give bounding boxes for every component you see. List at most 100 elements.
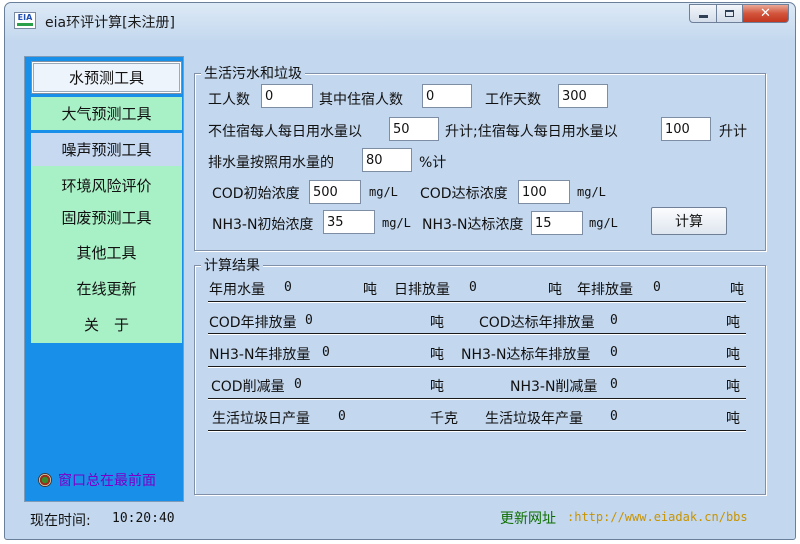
result-unit: 吨	[548, 282, 562, 298]
result-unit: 吨	[726, 315, 740, 331]
result-unit: 吨	[726, 411, 740, 427]
discharge-input[interactable]	[362, 148, 412, 172]
res-water-input[interactable]	[661, 117, 711, 141]
result-unit: 吨	[726, 379, 740, 395]
sidebar-item-air[interactable]: 大气预测工具	[31, 97, 182, 130]
results-group-title: 计算结果	[201, 255, 263, 275]
result-label: 年排放量	[577, 282, 633, 298]
workdays-label: 工作天数	[485, 92, 541, 108]
sidebar-item-noise[interactable]: 噪声预测工具	[31, 133, 182, 166]
close-button[interactable]: ✕	[743, 4, 789, 23]
res-water-label: 升计;住宿每人每日用水量以	[445, 124, 618, 140]
result-label: COD年排放量	[209, 315, 297, 331]
sidebar-item-label: 关 于	[83, 316, 129, 334]
update-url-link[interactable]: :http://www.eiadak.cn/bbs	[567, 510, 748, 524]
result-value: 0	[338, 409, 346, 424]
result-label: COD削减量	[211, 379, 285, 395]
nh3-std-unit: mg/L	[589, 216, 618, 230]
cod-init-unit: mg/L	[369, 185, 398, 199]
residents-input[interactable]	[422, 84, 472, 108]
sidebar-item-about[interactable]: 关 于	[31, 308, 182, 341]
title-bar[interactable]: EIA eia环评计算[未注册] ✕	[5, 3, 795, 39]
minimize-button[interactable]	[689, 4, 717, 23]
row-divider	[208, 398, 746, 400]
always-on-top-radio[interactable]	[38, 473, 52, 487]
result-unit: 吨	[730, 282, 744, 298]
main-panel: 生活污水和垃圾 工人数 其中住宿人数 工作天数 不住宿每人每日用水量以 升计;住…	[188, 56, 772, 502]
row-divider	[208, 430, 746, 432]
row-divider	[208, 301, 746, 303]
time-label: 现在时间:	[30, 513, 91, 529]
sidebar-item-solid-waste[interactable]: 固废预测工具	[31, 201, 182, 234]
sidebar-item-other[interactable]: 其他工具	[31, 236, 182, 269]
result-value: 0	[294, 377, 302, 392]
app-logo-text: EIA	[17, 13, 33, 22]
sidebar-item-label: 在线更新	[76, 280, 137, 298]
result-unit: 吨	[363, 282, 377, 298]
result-value: 0	[322, 345, 330, 360]
window-controls: ✕	[689, 4, 789, 25]
cod-init-input[interactable]	[309, 180, 361, 204]
workdays-input[interactable]	[558, 84, 608, 108]
sidebar-item-label: 大气预测工具	[61, 105, 152, 123]
nonres-water-input[interactable]	[389, 117, 439, 141]
result-label: 生活垃圾年产量	[485, 411, 583, 427]
sidebar-item-label: 水预测工具	[68, 69, 144, 87]
result-unit: 吨	[430, 315, 444, 331]
status-bar: 现在时间: 10:20:40 更新网址 :http://www.eiadak.c…	[24, 506, 784, 532]
cod-init-label: COD初始浓度	[212, 186, 300, 202]
workers-input[interactable]	[261, 84, 313, 108]
result-label: 生活垃圾日产量	[212, 411, 310, 427]
residents-label: 其中住宿人数	[319, 92, 403, 108]
result-value: 0	[610, 377, 618, 392]
result-label: 年用水量	[209, 282, 265, 298]
cod-std-label: COD达标浓度	[420, 186, 508, 202]
always-on-top-label: 窗口总在最前面	[58, 473, 156, 489]
result-value: 0	[610, 313, 618, 328]
maximize-button[interactable]	[717, 4, 743, 23]
time-value: 10:20:40	[112, 511, 175, 526]
calculate-button[interactable]: 计算	[651, 207, 727, 235]
nh3-std-input[interactable]	[531, 211, 583, 235]
discharge-label: 排水量按照用水量的	[208, 155, 334, 171]
result-unit: 吨	[430, 347, 444, 363]
sidebar-item-label: 固废预测工具	[61, 209, 152, 227]
result-label: NH3-N达标年排放量	[461, 347, 591, 363]
sidebar-item-water[interactable]: 水预测工具	[31, 61, 182, 94]
workers-label: 工人数	[208, 92, 250, 108]
always-on-top-option[interactable]: 窗口总在最前面	[38, 470, 156, 490]
cod-std-unit: mg/L	[577, 185, 606, 199]
row-divider	[208, 333, 746, 335]
input-group-title: 生活污水和垃圾	[201, 63, 305, 83]
result-label: NH3-N削减量	[510, 379, 598, 395]
nh3-init-unit: mg/L	[382, 216, 411, 230]
result-value: 0	[469, 280, 477, 295]
nonres-water-label: 不住宿每人每日用水量以	[208, 124, 362, 140]
close-icon: ✕	[760, 6, 771, 21]
cod-std-input[interactable]	[518, 180, 570, 204]
result-unit: 吨	[430, 379, 444, 395]
sidebar-item-update[interactable]: 在线更新	[31, 272, 182, 305]
row-divider	[208, 366, 746, 368]
sidebar-item-label: 其他工具	[76, 244, 137, 262]
res-water-unit: 升计	[719, 124, 747, 140]
result-unit: 吨	[726, 347, 740, 363]
result-label: NH3-N年排放量	[209, 347, 311, 363]
result-unit: 千克	[430, 411, 458, 427]
sidebar-item-label: 噪声预测工具	[61, 141, 152, 159]
maximize-icon	[725, 10, 734, 17]
discharge-unit: %计	[419, 155, 447, 171]
sidebar-item-risk[interactable]: 环境风险评价	[31, 169, 182, 202]
nh3-init-input[interactable]	[323, 210, 375, 234]
update-label: 更新网址	[500, 511, 556, 527]
result-label: 日排放量	[394, 282, 450, 298]
window-title: eia环评计算[未注册]	[45, 15, 176, 31]
app-logo-icon: EIA	[14, 12, 36, 29]
result-value: 0	[610, 409, 618, 424]
result-value: 0	[284, 280, 292, 295]
nh3-std-label: NH3-N达标浓度	[422, 217, 524, 233]
nh3-init-label: NH3-N初始浓度	[212, 217, 314, 233]
result-label: COD达标年排放量	[479, 315, 595, 331]
result-value: 0	[610, 345, 618, 360]
sidebar-item-label: 环境风险评价	[61, 177, 152, 195]
